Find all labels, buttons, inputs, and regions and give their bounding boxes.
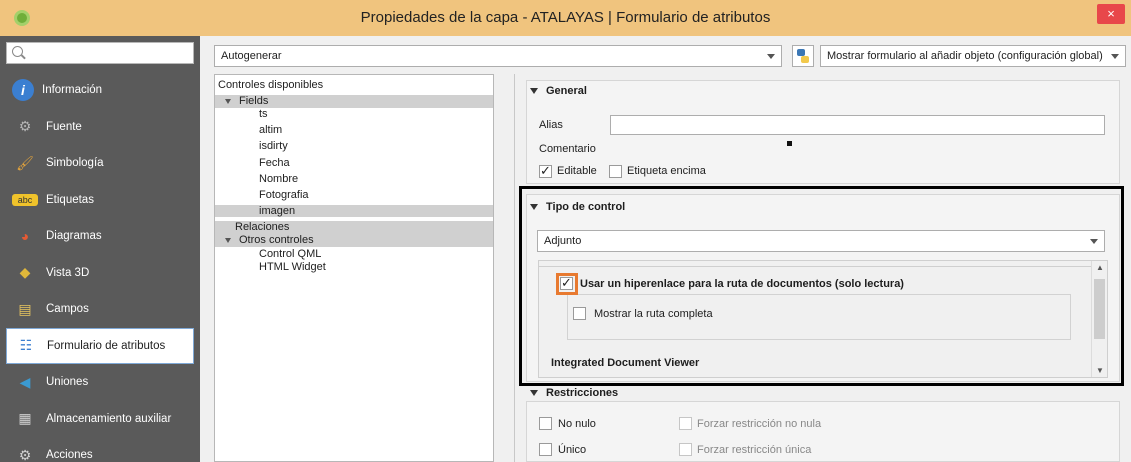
- sidebar-item-label: Almacenamiento auxiliar: [46, 412, 172, 425]
- expand-icon: [225, 99, 231, 104]
- collapse-icon: [530, 390, 538, 397]
- sidebar-item-label: Uniones: [46, 376, 89, 389]
- title-bar: Propiedades de la capa - ATALAYAS | Form…: [0, 0, 1131, 36]
- sidebar-item-label: Formulario de atributos: [47, 339, 166, 352]
- tree-node-other-widgets[interactable]: Otros controles: [215, 234, 493, 247]
- suppress-form-select[interactable]: Mostrar formulario al añadir objeto (con…: [820, 45, 1126, 67]
- sidebar-item-label: Campos: [46, 303, 89, 316]
- source-icon: ⚙: [18, 118, 32, 135]
- enforce-not-null-label: Forzar restricción no nula: [697, 418, 822, 430]
- python-icon: [797, 49, 809, 63]
- close-button[interactable]: ×: [1097, 4, 1125, 24]
- alias-label: Alias: [539, 119, 563, 131]
- tree-field-item[interactable]: Nombre: [215, 173, 493, 185]
- python-init-button[interactable]: [792, 45, 814, 67]
- available-widgets-tree[interactable]: Controles disponibles Fields ts altim isdi…: [214, 74, 494, 462]
- editable-checkbox[interactable]: [539, 163, 552, 179]
- tree-field-item[interactable]: Fotografia: [215, 189, 493, 201]
- sidebar-item-simbología[interactable]: 🖌 Simbología: [6, 145, 194, 182]
- sidebar-item-label: Información: [42, 84, 103, 97]
- not-null-label: No nulo: [558, 418, 596, 430]
- expand-icon: [225, 238, 231, 243]
- fields-icon: ▤: [18, 300, 32, 317]
- sidebar-item-campos[interactable]: ▤ Campos: [6, 291, 194, 328]
- sidebar-item-formulario-de-atributos[interactable]: ☷ Formulario de atributos: [6, 327, 194, 364]
- tree-node-relations[interactable]: Relaciones: [215, 221, 493, 234]
- tree-other-widget-item[interactable]: Control QML: [215, 248, 493, 261]
- sidebar-item-vista-3d[interactable]: ◆ Vista 3D: [6, 255, 194, 292]
- joins-icon: ◀: [19, 373, 31, 390]
- tree-other-widget-item[interactable]: HTML Widget: [215, 261, 493, 274]
- annotation-frame: [519, 186, 1124, 386]
- sidebar-item-label: Etiquetas: [46, 193, 94, 206]
- collapse-icon: [530, 88, 538, 95]
- info-icon: i: [12, 79, 34, 102]
- editable-label: Editable: [557, 165, 597, 177]
- sidebar-item-fuente[interactable]: ⚙ Fuente: [6, 109, 194, 146]
- sidebar-item-label: Fuente: [46, 120, 82, 133]
- constraints-group: [526, 401, 1120, 462]
- cursor-marker: [787, 141, 792, 146]
- enforce-not-null-checkbox[interactable]: [679, 417, 692, 430]
- sidebar-item-label: Simbología: [46, 157, 104, 170]
- tree-header: Controles disponibles: [218, 79, 324, 91]
- sidebar-item-información[interactable]: i Información: [6, 72, 194, 109]
- chevron-down-icon: [1111, 54, 1119, 59]
- sidebar-nav: i Información ⚙ Fuente 🖌 Simbología abc Etiquet…: [6, 72, 194, 462]
- suppress-form-value: Mostrar formulario al añadir objeto (con…: [827, 50, 1103, 62]
- sidebar-item-uniones[interactable]: ◀ Uniones: [6, 364, 194, 401]
- symbology-icon: 🖌: [16, 154, 34, 171]
- constraints-group-title[interactable]: Restricciones: [530, 387, 618, 399]
- chevron-down-icon: [767, 54, 775, 59]
- sidebar-item-label: Vista 3D: [46, 266, 90, 279]
- tree-field-item[interactable]: ts: [215, 108, 493, 120]
- sidebar-item-diagramas[interactable]: ◕ Diagramas: [6, 218, 194, 255]
- label-on-top-checkbox[interactable]: [609, 165, 622, 178]
- enforce-unique-checkbox[interactable]: [679, 443, 692, 456]
- label-on-top-label: Etiqueta encima: [627, 165, 706, 177]
- layout-mode-value: Autogenerar: [221, 50, 282, 62]
- alias-input[interactable]: [610, 115, 1105, 135]
- general-group-title[interactable]: General: [530, 85, 587, 97]
- tree-field-item[interactable]: isdirty: [215, 140, 493, 152]
- enforce-unique-label: Forzar restricción única: [697, 444, 812, 456]
- attributes-form-icon: ☷: [19, 337, 33, 354]
- sidebar-item-label: Diagramas: [46, 230, 102, 243]
- diagrams-icon: ◕: [20, 228, 30, 245]
- actions-icon: ⚙: [18, 446, 32, 462]
- 3d-view-icon: ◆: [19, 264, 31, 281]
- search-input[interactable]: [6, 42, 194, 64]
- tree-field-item[interactable]: altim: [215, 124, 493, 136]
- not-null-checkbox[interactable]: [539, 417, 552, 430]
- search-icon: [12, 46, 23, 57]
- layout-mode-select[interactable]: Autogenerar: [214, 45, 782, 67]
- sidebar: i Información ⚙ Fuente 🖌 Simbología abc Etiquet…: [0, 36, 200, 462]
- labels-icon: abc: [12, 193, 38, 206]
- window-title: Propiedades de la capa - ATALAYAS | Form…: [360, 9, 771, 26]
- auxiliary-storage-icon: ▦: [18, 410, 32, 427]
- comment-label: Comentario: [539, 143, 596, 155]
- sidebar-item-etiquetas[interactable]: abc Etiquetas: [6, 182, 194, 219]
- sidebar-item-label: Acciones: [46, 449, 93, 462]
- sidebar-item-acciones[interactable]: ⚙ Acciones: [6, 437, 194, 462]
- tree-field-item[interactable]: Fecha: [215, 157, 493, 169]
- tree-field-item[interactable]: imagen: [215, 205, 493, 218]
- unique-checkbox[interactable]: [539, 443, 552, 456]
- unique-label: Único: [558, 444, 587, 456]
- tree-node-fields[interactable]: Fields: [215, 95, 493, 108]
- sidebar-item-almacenamiento-auxiliar[interactable]: ▦ Almacenamiento auxiliar: [6, 401, 194, 438]
